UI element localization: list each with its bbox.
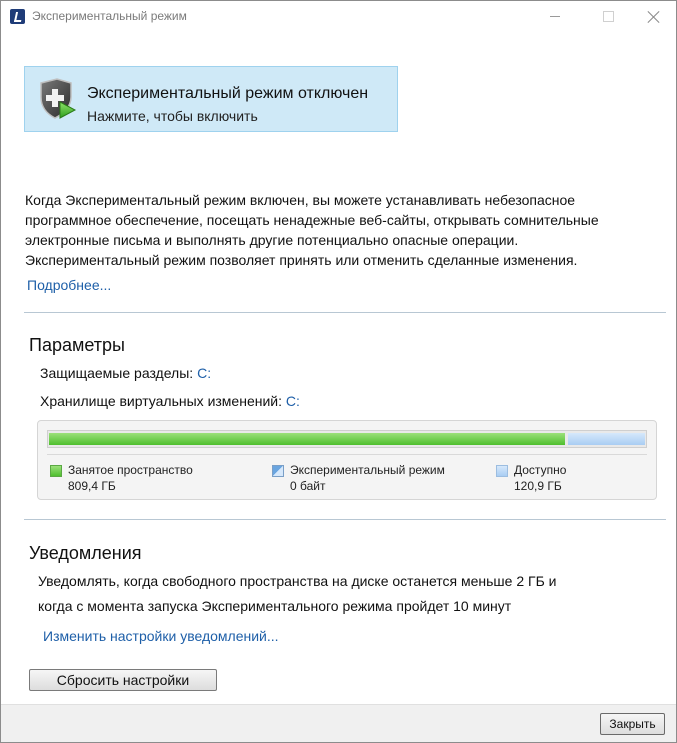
- maximize-button: [585, 1, 631, 32]
- description-line: электронные письма и выполнять другие по…: [25, 232, 519, 248]
- banner-subtitle: Нажмите, чтобы включить: [87, 108, 258, 124]
- enable-experimental-mode-banner[interactable]: Экспериментальный режим отключен Нажмите…: [24, 66, 398, 132]
- description-line: программное обеспечение, посещать ненаде…: [25, 212, 599, 228]
- description-line: Когда Экспериментальный режим включен, в…: [25, 192, 576, 208]
- minimize-button[interactable]: [532, 1, 578, 32]
- legend-value: 120,9 ГБ: [514, 479, 562, 493]
- section-divider: [24, 312, 666, 313]
- experimental-swatch-icon: [272, 465, 284, 477]
- maximize-icon: [603, 11, 614, 22]
- used-swatch-icon: [50, 465, 62, 477]
- free-swatch-icon: [496, 465, 508, 477]
- section-divider: [24, 519, 666, 520]
- protected-drives-row: Защищаемые разделы: C:: [40, 365, 211, 381]
- title-bar[interactable]: Экспериментальный режим: [1, 1, 676, 32]
- footer-bar: Закрыть: [1, 704, 676, 742]
- learn-more-link[interactable]: Подробнее...: [27, 277, 111, 293]
- window-title: Экспериментальный режим: [32, 9, 187, 23]
- close-icon: [647, 10, 661, 24]
- legend-label: Занятое пространство: [68, 463, 193, 477]
- notifications-heading: Уведомления: [29, 543, 142, 563]
- parameters-heading: Параметры: [29, 335, 125, 355]
- close-window-button[interactable]: [631, 1, 676, 32]
- reset-settings-button[interactable]: Сбросить настройки: [29, 669, 217, 691]
- notifications-line: когда с момента запуска Экспериментально…: [38, 598, 512, 614]
- notifications-line: Уведомлять, когда свободного пространств…: [38, 573, 557, 589]
- description-text: Когда Экспериментальный режим включен, в…: [25, 190, 665, 270]
- description-line: Экспериментальный режим позволяет принят…: [25, 252, 578, 268]
- virtual-storage-row: Хранилище виртуальных изменений: C:: [40, 393, 300, 409]
- shield-play-icon: [40, 78, 77, 119]
- legend-value: 809,4 ГБ: [68, 479, 116, 493]
- disk-usage-panel: Занятое пространство 809,4 ГБ Эксперимен…: [37, 420, 657, 500]
- banner-title: Экспериментальный режим отключен: [87, 85, 369, 102]
- legend-label: Экспериментальный режим: [290, 463, 445, 477]
- virtual-storage-label: Хранилище виртуальных изменений:: [40, 393, 282, 409]
- disk-usage-bar: [47, 430, 647, 448]
- virtual-storage-value[interactable]: C:: [286, 393, 300, 409]
- legend-label: Доступно: [514, 463, 567, 477]
- app-icon: [10, 9, 25, 24]
- free-space-segment: [568, 433, 645, 445]
- panel-divider: [47, 454, 647, 455]
- protected-drives-label: Защищаемые разделы:: [40, 365, 194, 381]
- protected-drives-value[interactable]: C:: [197, 365, 211, 381]
- close-button[interactable]: Закрыть: [600, 713, 665, 735]
- notifications-text: Уведомлять, когда свободного пространств…: [38, 569, 638, 619]
- used-space-segment: [49, 433, 565, 445]
- change-notification-settings-link[interactable]: Изменить настройки уведомлений...: [43, 628, 279, 644]
- minimize-icon: [550, 16, 560, 17]
- legend-value: 0 байт: [290, 479, 326, 493]
- experimental-mode-window: Экспериментальный режим Экспериментальны…: [0, 0, 677, 743]
